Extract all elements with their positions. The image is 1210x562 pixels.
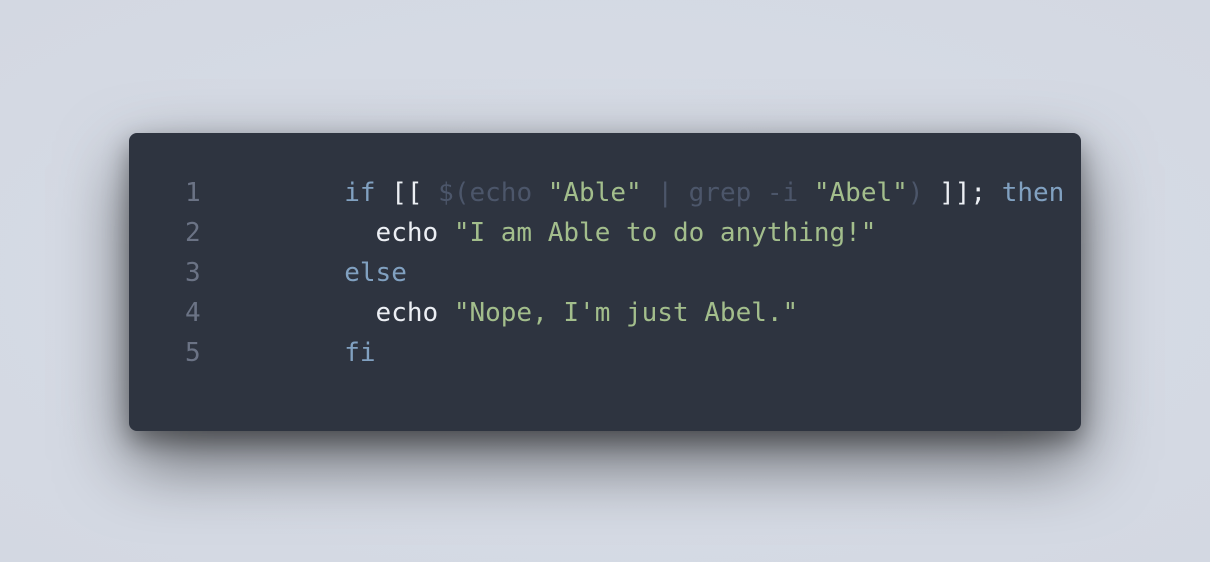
line-number: 3 <box>185 258 201 288</box>
keyword-token: then <box>1001 178 1065 208</box>
keyword-token: fi <box>344 338 376 368</box>
code-snippet-window: 1 if [[ $(echo "Able" | grep -i "Abel") … <box>129 133 1081 431</box>
subshell-token: ) <box>907 178 924 208</box>
line-number: 5 <box>185 338 201 368</box>
line-number: 4 <box>185 298 201 328</box>
string-token: "Nope, I'm just Abel." <box>453 298 799 328</box>
line-number: 1 <box>185 178 201 208</box>
line-content: fi <box>219 293 376 413</box>
line-number: 2 <box>185 218 201 248</box>
code-body: 1 if [[ $(echo "Able" | grep -i "Abel") … <box>185 173 1071 373</box>
plain-token: ]]; <box>923 178 1002 208</box>
string-token: "I am Able to do anything!" <box>453 218 877 248</box>
